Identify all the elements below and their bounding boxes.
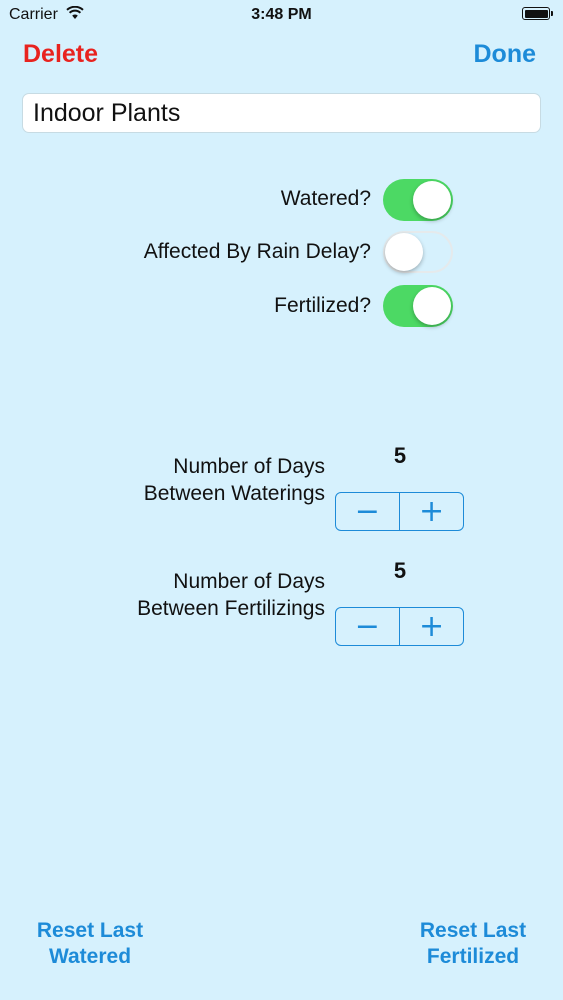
switch-knob xyxy=(413,181,451,219)
watered-label: Watered? xyxy=(280,187,371,210)
reset-watered-line1: Reset Last xyxy=(36,919,144,942)
fertilizings-stepper: − + xyxy=(335,607,464,646)
reset-last-fertilized-button[interactable]: Reset Last Fertilized xyxy=(412,918,534,970)
fertilized-switch[interactable] xyxy=(383,285,453,327)
done-button[interactable]: Done xyxy=(474,40,537,69)
fertilizings-label-line1: Number of Days xyxy=(173,570,325,593)
rain-delay-switch[interactable] xyxy=(383,231,453,273)
battery-icon xyxy=(522,7,550,20)
waterings-stepper: − + xyxy=(335,492,464,531)
reset-fertilized-line2: Fertilized xyxy=(426,945,520,968)
fertilizings-increment-button[interactable]: + xyxy=(400,608,463,645)
switch-knob xyxy=(385,233,423,271)
rain-delay-label: Affected By Rain Delay? xyxy=(143,240,371,263)
waterings-value: 5 xyxy=(393,443,407,468)
fertilizings-decrement-button[interactable]: − xyxy=(336,608,399,645)
waterings-label-line1: Number of Days xyxy=(173,455,325,478)
status-time: 3:48 PM xyxy=(251,6,312,23)
reset-watered-line2: Watered xyxy=(48,945,132,968)
delete-button[interactable]: Delete xyxy=(23,40,98,69)
switch-knob xyxy=(413,287,451,325)
waterings-label-line2: Between Waterings xyxy=(143,482,325,505)
reset-last-watered-button[interactable]: Reset Last Watered xyxy=(30,918,150,970)
fertilized-label: Fertilized? xyxy=(274,294,371,317)
fertilizings-label-line2: Between Fertilizings xyxy=(137,597,325,620)
fertilizings-label: Number of Days Between Fertilizings xyxy=(5,568,325,622)
waterings-label: Number of Days Between Waterings xyxy=(5,453,325,507)
battery-tip xyxy=(551,11,553,16)
waterings-decrement-button[interactable]: − xyxy=(336,493,399,530)
zone-name-input[interactable] xyxy=(22,93,541,133)
waterings-increment-button[interactable]: + xyxy=(400,493,463,530)
reset-fertilized-line1: Reset Last xyxy=(419,919,527,942)
status-bar: Carrier 3:48 PM xyxy=(0,0,563,30)
watered-switch[interactable] xyxy=(383,179,453,221)
fertilizings-value: 5 xyxy=(393,558,407,583)
